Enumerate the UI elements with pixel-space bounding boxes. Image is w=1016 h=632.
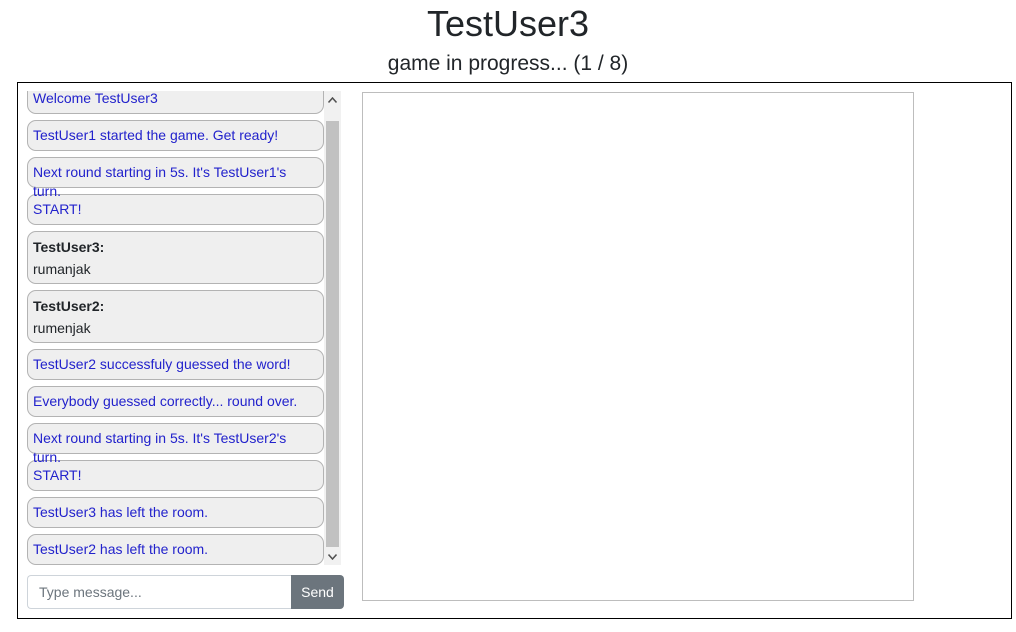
game-status: game in progress... (1 / 8) [387,52,629,75]
chat-scrollbar[interactable] [324,91,341,565]
chat-message-system: START! [27,460,324,491]
page-title: TestUser3 [426,3,590,44]
message-text: rumanjak [33,261,91,277]
chat-message-user: TestUser2: rumenjak [27,290,324,343]
chat-message-system: TestUser2 successfuly guessed the word! [27,349,324,380]
chat-message-system: Everybody guessed correctly... round ove… [27,386,324,417]
chat-message-system: START! [27,194,324,225]
message-input[interactable] [27,575,292,609]
chat-message-system: Welcome TestUser3 [27,91,324,114]
chat-message-list[interactable]: Welcome TestUser3 TestUser1 started the g… [26,91,324,565]
chat-panel: Welcome TestUser3 TestUser1 started the g… [26,91,341,565]
scroll-down-icon[interactable] [324,548,341,565]
chat-message-system: TestUser3 has left the room. [27,497,324,528]
chat-input-row: Send [27,575,344,609]
message-text: rumenjak [33,320,91,336]
scrollbar-thumb[interactable] [326,121,339,547]
message-author: TestUser3: [33,239,105,255]
chat-message-system: Next round starting in 5s. It's TestUser… [27,157,324,199]
chat-message-user: TestUser3: rumanjak [27,231,324,284]
scroll-up-icon[interactable] [324,91,341,108]
drawing-canvas[interactable] [362,92,914,601]
message-author: TestUser2: [33,298,105,314]
chat-message-system: TestUser1 started the game. Get ready! [27,120,324,151]
chat-message-system: Next round starting in 5s. It's TestUser… [27,423,324,465]
send-button[interactable]: Send [291,575,344,609]
chat-message-system: TestUser2 has left the room. [27,534,324,565]
